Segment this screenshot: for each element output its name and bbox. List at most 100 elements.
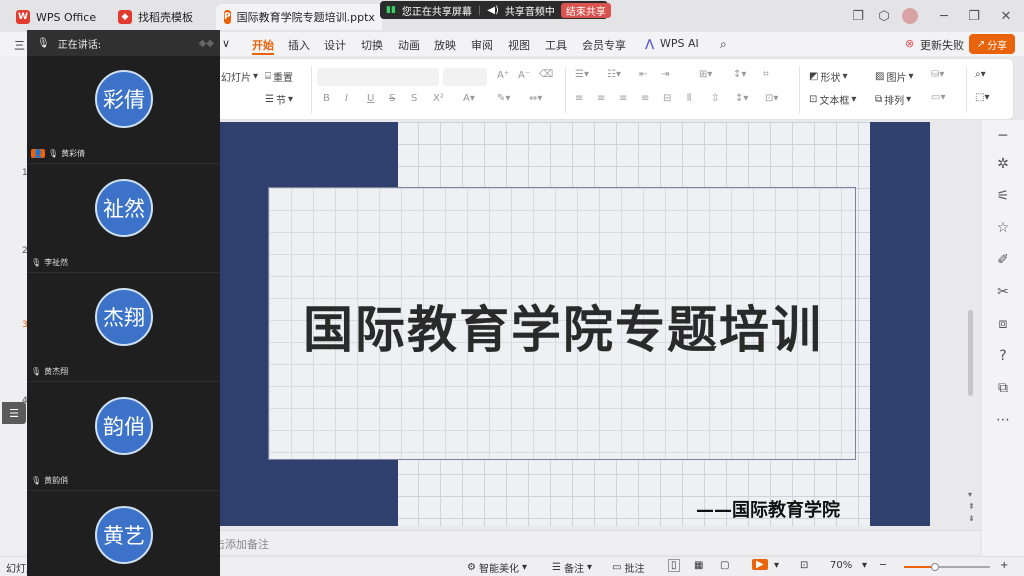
dropdown-chevron-icon[interactable]: ∨	[222, 37, 230, 50]
line-height-icon[interactable]: ↕▾	[735, 93, 748, 104]
new-slide-button[interactable]: 幻灯片 ▾	[221, 69, 258, 84]
library-icon[interactable]: ⧈	[993, 314, 1013, 334]
highlight-icon[interactable]: ✎▾	[497, 93, 510, 104]
find-icon[interactable]: ⌕▾	[975, 69, 986, 80]
cube-icon[interactable]: ⬡	[874, 6, 894, 26]
share-button[interactable]: ↗ 分享	[969, 34, 1015, 54]
para-spacing-icon[interactable]: ⇳	[711, 93, 719, 104]
superscript-button[interactable]: X²	[433, 93, 444, 104]
indent-decrease-icon[interactable]: ⇤	[639, 69, 647, 80]
strikethrough-button[interactable]: S	[389, 93, 395, 104]
clear-format-icon[interactable]: ⌫	[539, 69, 553, 80]
menu-review[interactable]: 审阅	[471, 37, 493, 53]
zoom-slider[interactable]	[904, 563, 990, 571]
end-share-button[interactable]: 结束共享	[560, 2, 611, 18]
underline-button[interactable]: U	[367, 93, 374, 104]
distribute-icon[interactable]: ⊟	[663, 93, 671, 104]
select-icon[interactable]: ⬚▾	[975, 92, 989, 103]
font-name-select[interactable]	[317, 68, 439, 86]
zoom-level[interactable]: 70%	[830, 560, 852, 571]
picture-button[interactable]: ▨ 图片 ▾	[875, 69, 913, 84]
chevron-down-icon[interactable]: ▾	[862, 560, 867, 571]
slide-title[interactable]: 国际教育学院专题培训	[269, 290, 857, 362]
update-status[interactable]: 更新失败	[920, 37, 964, 53]
hamburger-icon[interactable]: 三	[14, 37, 25, 53]
participant-tile[interactable]: 黄艺	[27, 492, 220, 576]
normal-view-icon[interactable]: ▯	[668, 559, 680, 572]
slide-subtitle[interactable]: ——国际教育学院	[696, 496, 840, 522]
notes-pane[interactable]: 击添加备注	[214, 530, 980, 554]
play-button[interactable]: ▶	[752, 559, 768, 570]
user-avatar[interactable]	[900, 6, 920, 26]
participant-tile[interactable]: 彩倩 👤 🎙 黄彩倩	[27, 56, 220, 164]
bullet-list-icon[interactable]: ☰▾	[575, 69, 589, 80]
align-left-icon[interactable]: ≡	[575, 93, 583, 104]
menu-wps-ai[interactable]: WPS AI	[660, 37, 699, 50]
align-center-icon[interactable]: ≡	[597, 93, 605, 104]
participant-tile[interactable]: 杰翔 🎙 黄杰翔	[27, 274, 220, 382]
tab-wps-office[interactable]: W WPS Office	[8, 4, 108, 30]
textbox-button[interactable]: ⊡ 文本框 ▾	[809, 92, 856, 107]
minimize-icon[interactable]: ─	[934, 6, 954, 26]
participant-tile[interactable]: 祉然 🎙 李祉然	[27, 165, 220, 273]
close-icon[interactable]: ✕	[996, 6, 1016, 26]
notes-button[interactable]: ☰ 备注 ▾	[552, 560, 592, 575]
shape-button[interactable]: ◩ 形状 ▾	[809, 69, 847, 84]
window-tile-icon[interactable]: ❐	[848, 6, 868, 26]
reset-button[interactable]: ⌸ 重置	[265, 69, 293, 84]
section-button[interactable]: ☰ 节 ▾	[265, 92, 293, 107]
menu-design[interactable]: 设计	[324, 37, 346, 53]
next-slide-icon[interactable]: ⇟	[968, 514, 975, 523]
menu-transition[interactable]: 切换	[361, 37, 383, 53]
text-direction-icon[interactable]: ⊞▾	[699, 69, 712, 80]
zoom-out-icon[interactable]: ─	[880, 560, 886, 571]
zoom-slider-knob[interactable]	[930, 563, 939, 571]
fit-window-icon[interactable]: ⊡	[800, 560, 808, 571]
menu-tools[interactable]: 工具	[545, 37, 567, 53]
restore-icon[interactable]: ❐	[964, 6, 984, 26]
slide[interactable]: 国际教育学院专题培训 ——国际教育学院	[220, 122, 930, 526]
sorter-view-icon[interactable]: ▦	[694, 560, 703, 571]
vertical-scrollbar[interactable]	[968, 310, 973, 396]
fill-icon[interactable]: ⛁▾	[931, 69, 944, 80]
tab-document[interactable]: P 国际教育学院专题培训.pptx	[216, 4, 382, 30]
menu-slideshow[interactable]: 放映	[434, 37, 456, 53]
menu-insert[interactable]: 插入	[288, 37, 310, 53]
zoom-in-icon[interactable]: +	[1000, 560, 1008, 571]
convert-icon[interactable]: ⌗	[763, 69, 769, 80]
style-icon[interactable]: ✲	[993, 154, 1013, 174]
star-icon[interactable]: ☆	[993, 218, 1013, 238]
justify-icon[interactable]: ≡	[641, 93, 649, 104]
menu-animation[interactable]: 动画	[398, 37, 420, 53]
font-size-select[interactable]	[443, 68, 487, 86]
collapse-arrows-icon[interactable]: ◆◆	[199, 38, 214, 49]
beautify-button[interactable]: ⚙ 智能美化 ▾	[467, 560, 527, 575]
shadow-button[interactable]: S	[411, 93, 417, 104]
numbered-list-icon[interactable]: ☷▾	[607, 69, 621, 80]
font-grow-button[interactable]: A⁺	[497, 70, 509, 81]
more-icon[interactable]: ⋯	[993, 410, 1013, 430]
settings-sliders-icon[interactable]: ⚟	[993, 186, 1013, 206]
menu-member[interactable]: 会员专享	[582, 37, 626, 53]
font-shrink-button[interactable]: A⁻	[518, 70, 530, 81]
participant-tile[interactable]: 韵俏 🎙 黄韵俏	[27, 383, 220, 491]
align-right-icon[interactable]: ≡	[619, 93, 627, 104]
char-spacing-icon[interactable]: ⇔▾	[529, 93, 542, 104]
outline-icon[interactable]: ▭▾	[931, 92, 945, 103]
italic-button[interactable]: I	[345, 93, 348, 104]
tab-templates[interactable]: ◆ 找稻壳模板	[110, 4, 212, 30]
line-spacing-icon[interactable]: ↕▾	[733, 69, 746, 80]
animation-icon[interactable]: ✐	[993, 250, 1013, 270]
comments-button[interactable]: ▭ 批注	[612, 560, 644, 575]
bold-button[interactable]: B	[323, 93, 330, 104]
menu-home[interactable]: 开始	[252, 37, 274, 55]
text-frame-icon[interactable]: ⊡▾	[765, 93, 778, 104]
scroll-down-icon[interactable]: ▾	[968, 490, 972, 499]
reading-view-icon[interactable]: ▢	[720, 560, 729, 571]
title-placeholder[interactable]: 国际教育学院专题培训	[268, 187, 856, 460]
column-icon[interactable]: ⫴	[687, 93, 691, 104]
indent-increase-icon[interactable]: ⇥	[661, 69, 669, 80]
font-color-icon[interactable]: A▾	[463, 93, 475, 104]
menu-view[interactable]: 视图	[508, 37, 530, 53]
chevron-down-icon[interactable]: ▾	[774, 560, 779, 571]
